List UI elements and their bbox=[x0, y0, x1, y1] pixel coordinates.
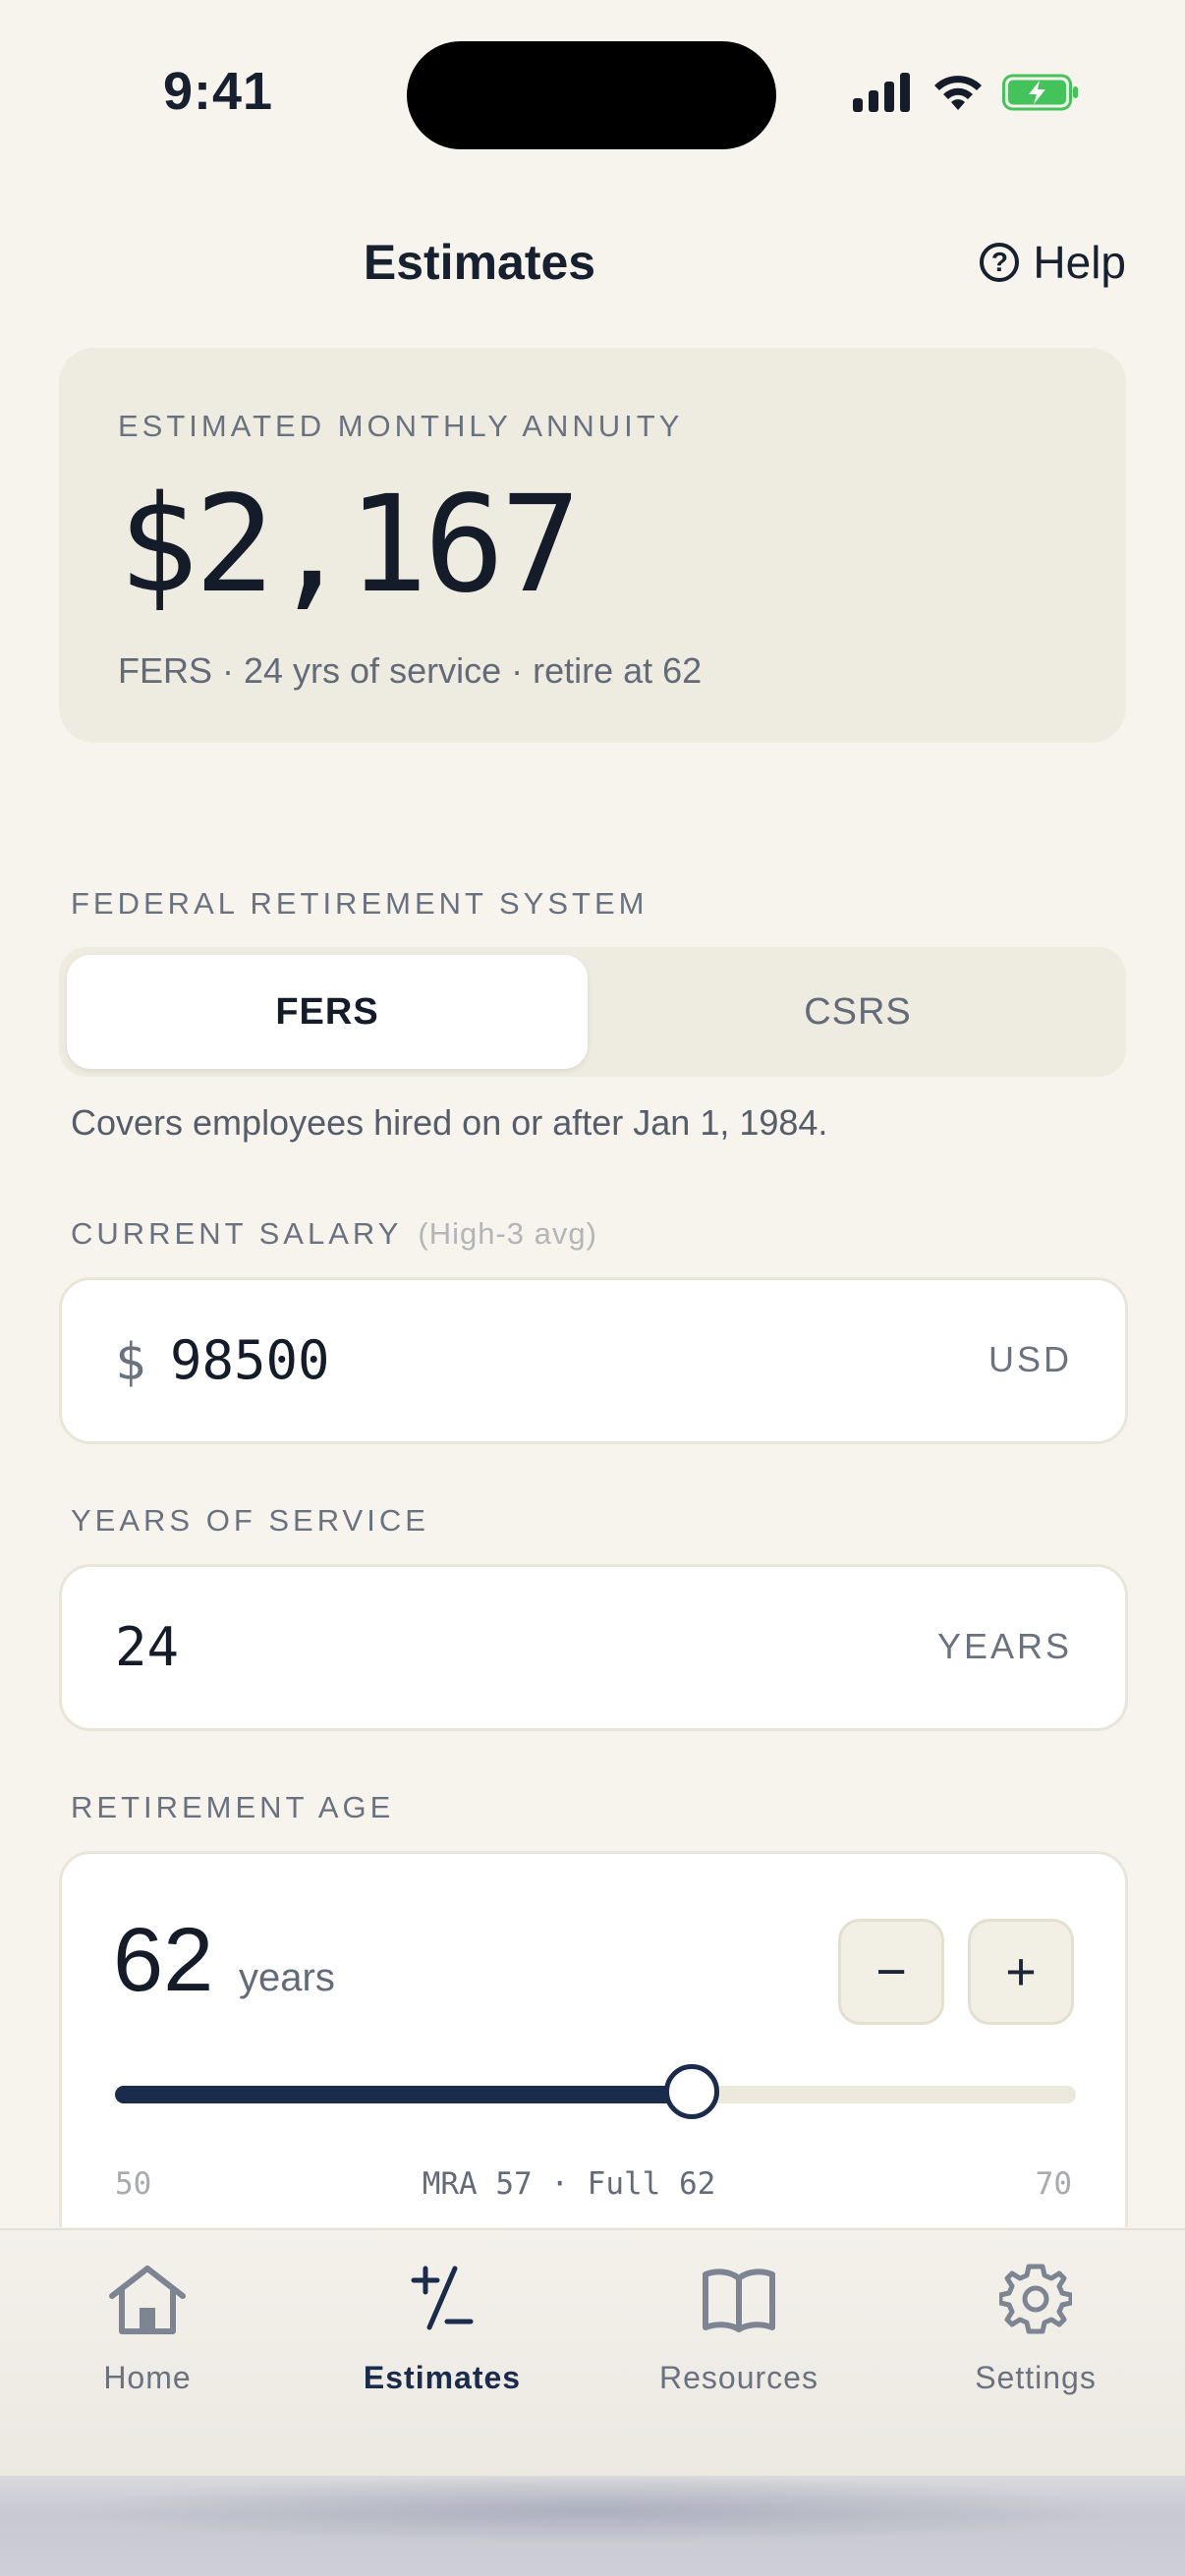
help-label: Help bbox=[1033, 237, 1126, 288]
status-icons bbox=[853, 69, 1081, 116]
tab-resources[interactable]: Resources bbox=[592, 2260, 886, 2396]
wifi-icon bbox=[934, 76, 982, 110]
app-screen: 9:41 Estimates ? Help ESTIMATED MONTHLY … bbox=[0, 0, 1185, 2476]
salary-label-text: CURRENT SALARY bbox=[71, 1216, 403, 1251]
segment-fers[interactable]: FERS bbox=[67, 955, 588, 1069]
currency-prefix: $ bbox=[115, 1333, 146, 1392]
annuity-summary-card: ESTIMATED MONTHLY ANNUITY $2,167 FERS · … bbox=[59, 348, 1126, 743]
decrement-age-button[interactable]: − bbox=[838, 1919, 944, 2025]
service-value[interactable]: 24 bbox=[115, 1616, 179, 1678]
slider-max-label: 70 bbox=[1035, 2166, 1072, 2202]
retirement-age-value: 62 bbox=[113, 1910, 214, 2010]
salary-label: CURRENT SALARY (High-3 avg) bbox=[71, 1216, 597, 1252]
tab-home-label: Home bbox=[103, 2360, 192, 2395]
tab-bar: Home Estimates Resources Settings bbox=[0, 2228, 1185, 2476]
salary-value[interactable]: 98500 bbox=[170, 1329, 330, 1391]
tab-settings-label: Settings bbox=[975, 2360, 1097, 2395]
annuity-amount: $2,167 bbox=[118, 468, 581, 623]
tab-estimates-label: Estimates bbox=[363, 2360, 522, 2395]
retirement-system-label: FEDERAL RETIREMENT SYSTEM bbox=[71, 886, 649, 921]
retirement-age-card: 62 years − + 50 MRA 57 · Full 62 70 bbox=[59, 1851, 1128, 2227]
service-label: YEARS OF SERVICE bbox=[71, 1503, 429, 1538]
slider-fill bbox=[115, 2086, 692, 2103]
home-icon bbox=[106, 2260, 189, 2338]
retirement-age-unit: years bbox=[239, 1956, 335, 1999]
gear-icon bbox=[999, 2260, 1072, 2338]
slider-marker-label: MRA 57 · Full 62 bbox=[422, 2166, 716, 2202]
battery-icon bbox=[1002, 74, 1078, 111]
plus-minus-icon bbox=[408, 2260, 477, 2338]
tab-home[interactable]: Home bbox=[0, 2260, 295, 2396]
salary-hint: (High-3 avg) bbox=[418, 1216, 597, 1251]
service-unit: YEARS bbox=[936, 1626, 1072, 1666]
summary-details: FERS · 24 yrs of service · retire at 62 bbox=[118, 650, 703, 691]
retirement-age-slider[interactable] bbox=[115, 2064, 1076, 2119]
tab-settings[interactable]: Settings bbox=[888, 2260, 1183, 2396]
years-of-service-input[interactable]: 24 YEARS bbox=[59, 1564, 1128, 1731]
salary-input[interactable]: $ 98500 USD bbox=[59, 1277, 1128, 1444]
segment-csrs[interactable]: CSRS bbox=[597, 955, 1118, 1069]
summary-label: ESTIMATED MONTHLY ANNUITY bbox=[118, 409, 684, 443]
signal-icon bbox=[853, 73, 910, 112]
dynamic-island bbox=[407, 41, 776, 149]
increment-age-button[interactable]: + bbox=[968, 1919, 1074, 2025]
salary-unit: USD bbox=[988, 1339, 1072, 1379]
retirement-system-description: Covers employees hired on or after Jan 1… bbox=[71, 1102, 828, 1143]
tab-estimates[interactable]: Estimates bbox=[295, 2260, 590, 2396]
home-indicator-area bbox=[0, 2476, 1185, 2576]
retirement-age-label: RETIREMENT AGE bbox=[71, 1790, 395, 1824]
help-icon: ? bbox=[980, 243, 1020, 282]
slider-thumb[interactable] bbox=[663, 2064, 719, 2119]
help-button[interactable]: ? Help bbox=[980, 236, 1126, 289]
tab-resources-label: Resources bbox=[659, 2360, 818, 2395]
page-title: Estimates bbox=[363, 235, 596, 290]
status-time: 9:41 bbox=[163, 62, 274, 121]
book-icon bbox=[700, 2260, 778, 2338]
retirement-system-segmented-control: FERS CSRS bbox=[59, 947, 1126, 1077]
